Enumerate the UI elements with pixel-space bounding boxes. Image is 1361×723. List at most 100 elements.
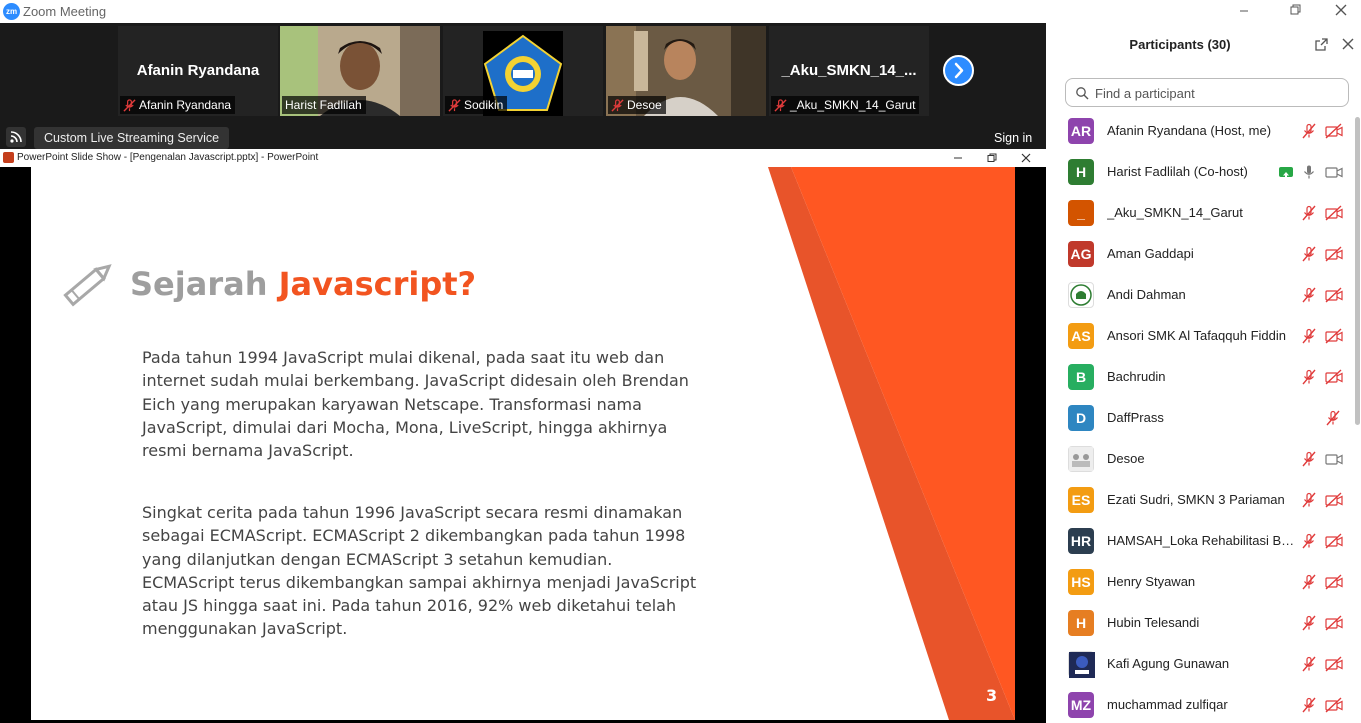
live-streaming-label[interactable]: Custom Live Streaming Service [34,127,230,149]
participant-row[interactable]: AR Afanin Ryandana (Host, me) [1046,111,1354,152]
minimize-icon[interactable] [950,150,966,166]
video-camera-icon[interactable] [1325,164,1343,180]
tile-label: _Aku_SMKN_14_Garut [790,98,916,112]
participant-name: Henry Styawan [1107,574,1196,589]
video-camera-off-icon[interactable] [1325,574,1343,590]
slideshow-area: Sejarah Javascript? Pada tahun 1994 Java… [0,167,1046,723]
microphone-icon[interactable] [1301,164,1317,180]
microphone-muted-icon[interactable] [1301,492,1317,508]
photo-avatar-icon [1069,447,1093,471]
microphone-muted-icon[interactable] [1301,656,1317,672]
video-camera-off-icon[interactable] [1325,369,1343,385]
participant-list-scrollbar[interactable] [1355,117,1360,425]
avatar: AR [1068,118,1094,144]
participant-name: Desoe [1107,451,1145,466]
tile-name-bar: Afanin Ryandana [120,96,236,114]
avatar: B [1068,364,1094,390]
tile-display-name: _Aku_SMKN_14_... [781,62,917,79]
search-input[interactable] [1093,83,1347,104]
microphone-muted-icon[interactable] [1301,328,1317,344]
video-tile-sodikin[interactable]: Sodikin [443,26,603,116]
slide-paragraph-2: Singkat cerita pada tahun 1996 JavaScrip… [142,503,697,639]
participant-row[interactable]: Desoe [1046,439,1354,480]
participant-name: Bachrudin [1107,369,1166,384]
video-camera-off-icon[interactable] [1325,287,1343,303]
participant-row[interactable]: _ _Aku_SMKN_14_Garut [1046,193,1354,234]
participant-row[interactable]: HR HAMSAH_Loka Rehabilitasi BN... [1046,521,1354,562]
video-camera-off-icon[interactable] [1325,615,1343,631]
participant-row[interactable]: Andi Dahman [1046,275,1354,316]
video-camera-off-icon[interactable] [1325,533,1343,549]
tile-name-bar: Harist Fadlilah [282,96,366,114]
microphone-muted-icon[interactable] [1301,533,1317,549]
next-page-button[interactable] [943,55,974,86]
avatar: ES [1068,487,1094,513]
participant-name: muchammad zulfiqar [1107,697,1228,712]
video-camera-off-icon[interactable] [1325,656,1343,672]
participant-name: Kafi Agung Gunawan [1107,656,1230,671]
pop-out-icon[interactable] [1314,37,1329,52]
microphone-muted-icon[interactable] [1301,246,1317,262]
close-panel-icon[interactable] [1341,37,1355,51]
participant-row[interactable]: B Bachrudin [1046,357,1354,398]
video-camera-off-icon[interactable] [1325,205,1343,221]
participant-row[interactable]: H Harist Fadlilah (Co-host) [1046,152,1354,193]
video-tile-afanin[interactable]: Afanin Ryandana Afanin Ryandana [118,26,278,116]
participant-search[interactable] [1065,78,1349,107]
microphone-muted-icon[interactable] [1301,205,1317,221]
live-stream-button[interactable] [6,127,26,147]
avatar [1068,446,1094,472]
participant-row[interactable]: MZ muchammad zulfiqar [1046,685,1354,723]
kafi-logo-icon [1069,652,1095,678]
microphone-muted-icon[interactable] [1301,123,1317,139]
close-icon[interactable] [1333,2,1349,18]
microphone-muted-icon[interactable] [1301,697,1317,713]
avatar [1068,651,1095,678]
tile-label: Afanin Ryandana [139,98,232,112]
zoom-logo-icon: zm [3,3,20,20]
participant-row[interactable]: ES Ezati Sudri, SMKN 3 Pariaman [1046,480,1354,521]
pencil-icon [63,264,112,307]
participant-name: _Aku_SMKN_14_Garut [1107,205,1243,220]
restore-icon[interactable] [984,150,1000,166]
microphone-muted-icon[interactable] [1301,574,1317,590]
video-camera-off-icon[interactable] [1325,123,1343,139]
participant-name: Afanin Ryandana (Host, me) [1107,123,1272,138]
minimize-icon[interactable] [1236,2,1252,18]
microphone-muted-icon[interactable] [1301,369,1317,385]
avatar: D [1068,405,1094,431]
chevron-right-icon [954,62,964,79]
participant-row[interactable]: AS Ansori SMK Al Tafaqquh Fiddin [1046,316,1354,357]
restore-icon[interactable] [1287,2,1303,18]
mic-muted-icon [774,98,787,112]
video-tile-aku-smkn[interactable]: _Aku_SMKN_14_... _Aku_SMKN_14_Garut [769,26,929,116]
mic-muted-icon [448,98,461,112]
microphone-muted-icon[interactable] [1301,287,1317,303]
participant-row[interactable]: AG Aman Gaddapi [1046,234,1354,275]
video-camera-off-icon[interactable] [1325,492,1343,508]
close-icon[interactable] [1018,150,1034,166]
participant-name: Harist Fadlilah (Co-host) [1107,164,1248,179]
participant-row[interactable]: Kafi Agung Gunawan [1046,644,1354,685]
participants-title: Participants (30) [1129,37,1231,52]
microphone-muted-icon[interactable] [1301,451,1317,467]
video-tile-desoe[interactable]: Desoe [606,26,766,116]
participant-row[interactable]: D DaffPrass [1046,398,1354,439]
microphone-muted-icon[interactable] [1301,615,1317,631]
video-camera-off-icon[interactable] [1325,328,1343,344]
video-camera-icon[interactable] [1325,451,1343,467]
slide: Sejarah Javascript? Pada tahun 1994 Java… [31,167,1015,720]
video-camera-off-icon[interactable] [1325,246,1343,262]
video-camera-off-icon[interactable] [1325,697,1343,713]
participant-row[interactable]: HS Henry Styawan [1046,562,1354,603]
powerpoint-window-title: PowerPoint Slide Show - [Pengenalan Java… [17,152,319,163]
video-tile-harist[interactable]: Harist Fadlilah [280,26,440,116]
sign-in-link[interactable]: Sign in [994,131,1032,145]
tile-name-bar: _Aku_SMKN_14_Garut [771,96,920,114]
mic-muted-icon [611,98,624,112]
avatar: H [1068,610,1094,636]
avatar [1068,282,1094,308]
participant-row[interactable]: H Hubin Telesandi [1046,603,1354,644]
rss-icon [10,131,22,143]
microphone-muted-icon[interactable] [1325,410,1341,426]
